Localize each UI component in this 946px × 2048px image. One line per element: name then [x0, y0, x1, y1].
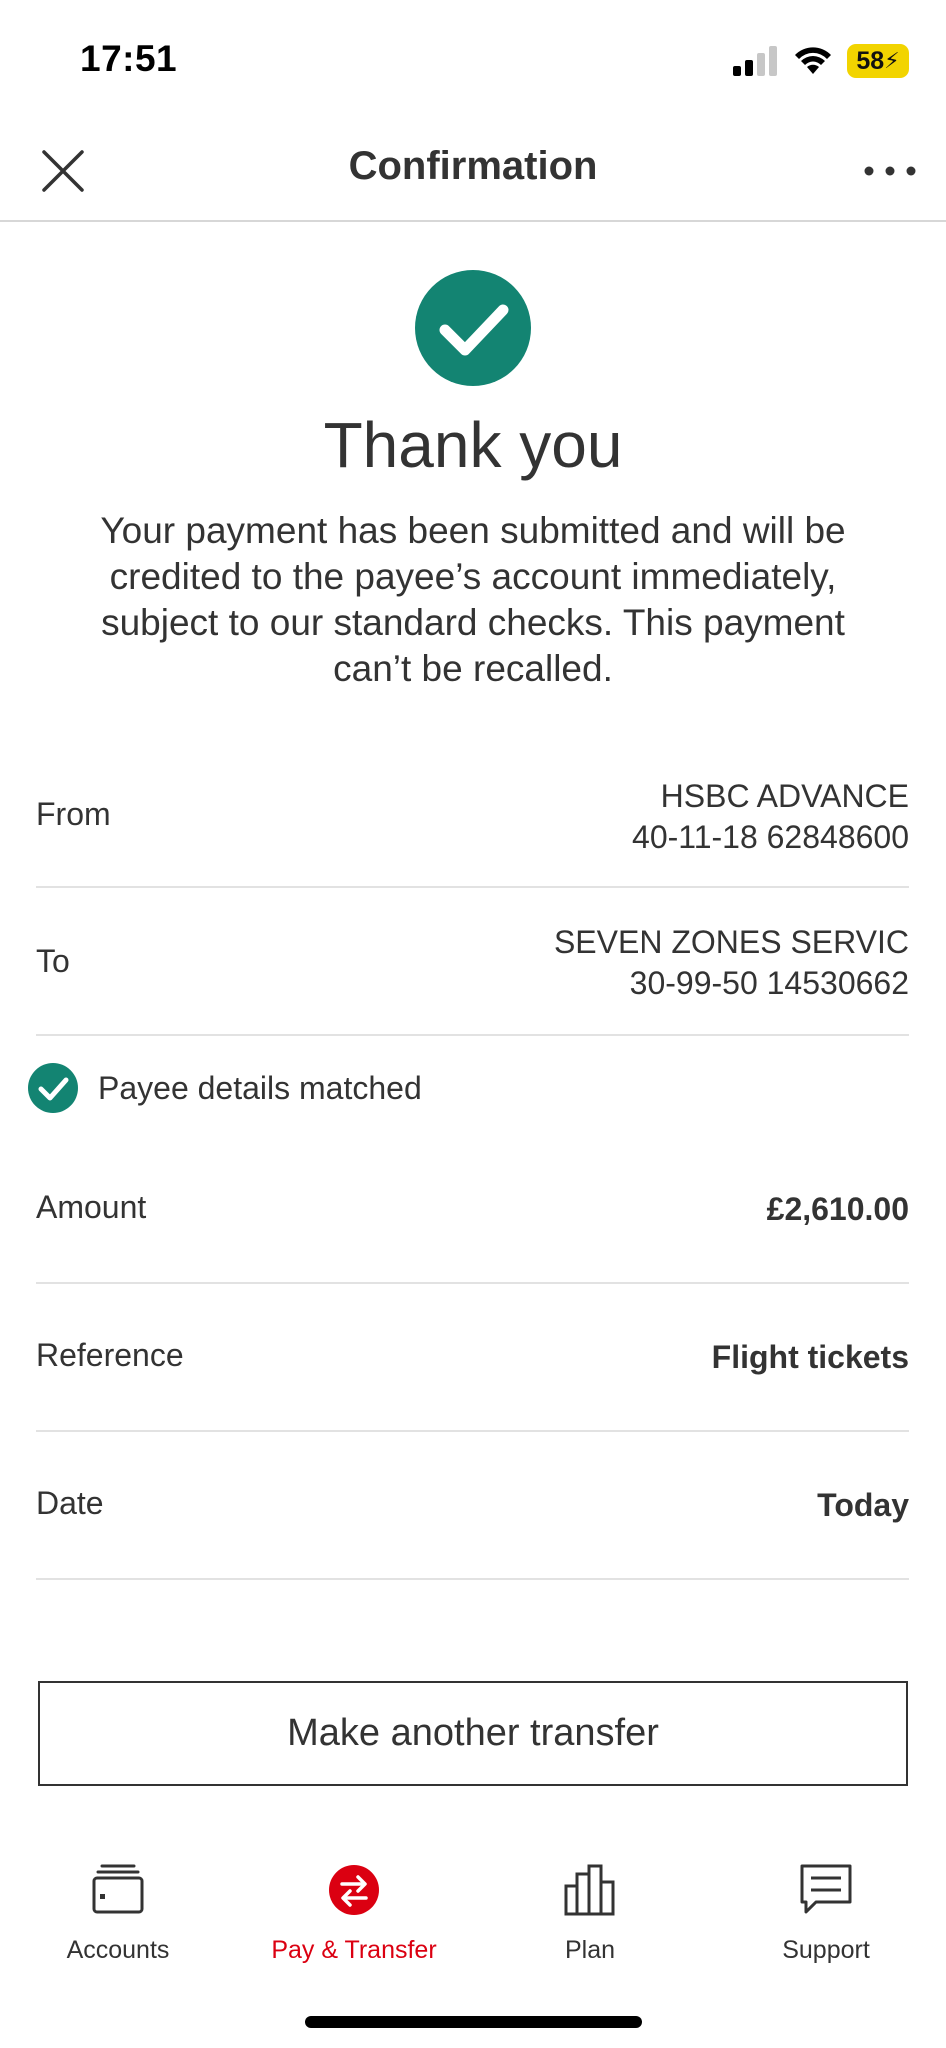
tab-plan[interactable]: Plan: [472, 1850, 708, 1970]
tab-support-label: Support: [782, 1936, 870, 1964]
from-row: From HSBC ADVANCE 40-11-18 62848600: [36, 770, 909, 888]
to-row: To SEVEN ZONES SERVIC 30-99-50 14530662: [36, 888, 909, 1036]
reference-label: Reference: [36, 1337, 184, 1373]
bottom-tab-bar: Accounts Pay & Transfer Plan Support: [0, 1850, 946, 1990]
to-account: SEVEN ZONES SERVIC 30-99-50 14530662: [554, 922, 909, 1004]
to-account-number: 30-99-50 14530662: [629, 965, 909, 1001]
page-title: Confirmation: [348, 144, 598, 188]
tab-accounts[interactable]: Accounts: [0, 1850, 236, 1970]
battery-indicator: 58 ⚡: [847, 44, 909, 78]
home-indicator[interactable]: [305, 2016, 642, 2028]
status-time: 17:51: [80, 38, 178, 79]
bar-chart-icon: [564, 1864, 615, 1916]
tab-support[interactable]: Support: [708, 1850, 944, 1970]
from-account-name: HSBC ADVANCE: [660, 778, 909, 814]
thank-you-heading: Thank you: [323, 409, 623, 481]
confirmation-screen: 17:51 58 ⚡ Confirmation Thank you Your p…: [0, 0, 946, 2048]
more-options-icon[interactable]: [860, 144, 920, 198]
payee-match-text: Payee details matched: [98, 1069, 422, 1106]
amount-value: £2,610.00: [766, 1191, 909, 1227]
date-value: Today: [817, 1487, 909, 1523]
payee-match-status: Payee details matched: [28, 1062, 422, 1114]
wifi-icon: [795, 47, 831, 74]
status-bar: 17:51 58 ⚡: [0, 0, 946, 120]
success-check-icon: [415, 270, 531, 386]
status-icons: 58 ⚡: [733, 38, 909, 84]
amount-label: Amount: [36, 1189, 147, 1225]
confirmation-message: Your payment has been submitted and will…: [100, 510, 846, 689]
tab-accounts-label: Accounts: [66, 1936, 170, 1964]
nav-header: Confirmation: [0, 120, 946, 222]
reference-row: Reference Flight tickets: [36, 1284, 909, 1432]
battery-level: 58: [856, 46, 885, 75]
chat-icon: [800, 1864, 852, 1914]
tab-pay-transfer-label: Pay & Transfer: [271, 1936, 437, 1964]
amount-row: Amount £2,610.00: [36, 1136, 909, 1284]
date-label: Date: [36, 1485, 104, 1521]
battery-icon: 58 ⚡: [847, 44, 909, 78]
transfer-icon: [329, 1865, 379, 1915]
cellular-signal-icon: [733, 46, 777, 76]
from-label: From: [36, 796, 111, 832]
from-account-number: 40-11-18 62848600: [632, 819, 909, 855]
to-account-name: SEVEN ZONES SERVIC: [553, 924, 909, 960]
tab-pay-transfer[interactable]: Pay & Transfer: [236, 1850, 472, 1970]
tab-plan-label: Plan: [564, 1936, 616, 1964]
wallet-icon: [92, 1864, 144, 1914]
check-circle-icon: [28, 1063, 78, 1113]
date-row: Date Today: [36, 1432, 909, 1580]
to-label: To: [36, 943, 70, 979]
make-another-transfer-button[interactable]: Make another transfer: [38, 1681, 908, 1786]
from-account: HSBC ADVANCE 40-11-18 62848600: [632, 776, 909, 858]
reference-value: Flight tickets: [711, 1339, 909, 1375]
